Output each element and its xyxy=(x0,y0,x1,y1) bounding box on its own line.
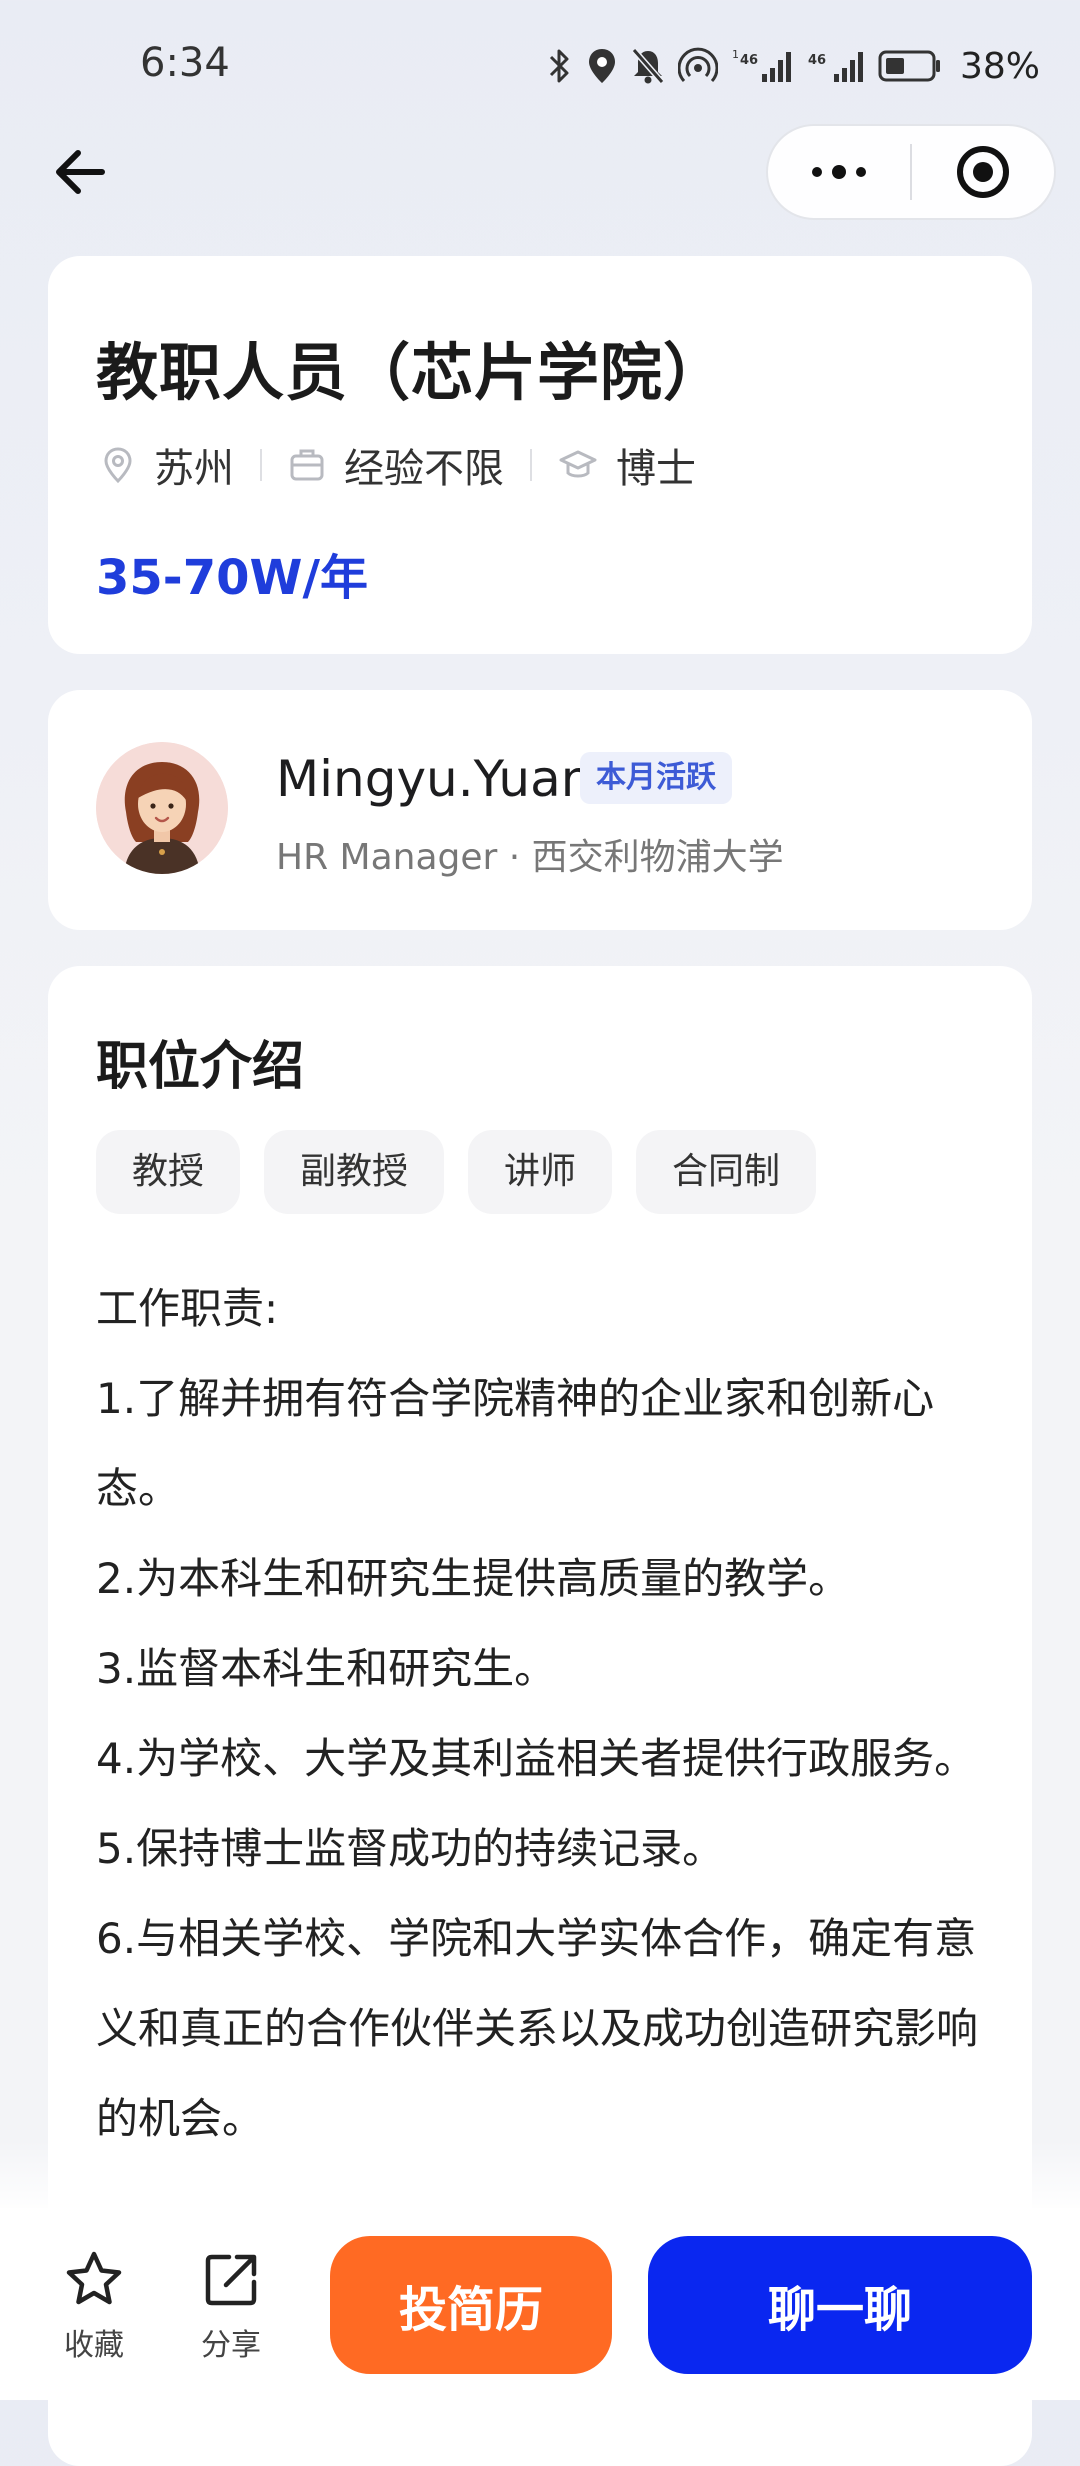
salary-range: 35-70W/年 xyxy=(96,550,368,606)
job-description-text: 工作职责: 1.了解并拥有符合学院精神的企业家和创新心态。 2.为本科生和研究生… xyxy=(96,1264,996,2164)
star-icon xyxy=(66,2251,122,2305)
job-tags: 教授 副教授 讲师 合同制 xyxy=(96,1130,817,1214)
sim1-label: 1 xyxy=(732,48,739,61)
tag-chip: 讲师 xyxy=(468,1130,613,1214)
net1-label: 46 xyxy=(740,53,758,68)
description-line: 3.监督本科生和研究生。 xyxy=(96,1644,557,1693)
recruiter-name: Mingyu.Yuan xyxy=(276,750,593,808)
signal-sim2-icon: 46 xyxy=(806,46,866,86)
target-close-icon xyxy=(957,146,1009,198)
meta-divider xyxy=(260,449,262,481)
job-meta: 苏州 经验不限 博士 xyxy=(100,436,696,494)
favorite-button[interactable]: 收藏 xyxy=(44,2248,144,2364)
briefcase-icon xyxy=(290,449,324,481)
battery-icon xyxy=(878,46,942,86)
tag-chip: 教授 xyxy=(96,1130,241,1214)
ellipsis-icon xyxy=(812,165,866,179)
job-summary-card: 教职人员（芯片学院） 苏州 经验不限 博士 35-70W/年 xyxy=(48,256,1032,654)
location-text: 苏州 xyxy=(154,446,234,492)
graduation-cap-icon xyxy=(559,450,597,478)
battery-percent: 38% xyxy=(959,45,1040,87)
avatar[interactable] xyxy=(96,742,228,874)
job-title: 教职人员（芯片学院） xyxy=(96,336,727,409)
mute-bell-icon xyxy=(630,46,666,86)
mini-program-capsule xyxy=(766,124,1056,220)
bottom-action-bar: 收藏 分享 投简历 聊一聊 xyxy=(0,2208,1080,2400)
description-line: 4.为学校、大学及其利益相关者提供行政服务。 xyxy=(96,1734,977,1783)
status-icons: 1 46 46 38% xyxy=(546,40,1040,92)
status-time: 6:34 xyxy=(140,40,230,86)
description-line: 1.了解并拥有符合学院精神的企业家和创新心态。 xyxy=(96,1374,935,1513)
experience-text: 经验不限 xyxy=(344,446,504,492)
arrow-left-icon xyxy=(56,150,105,194)
section-title: 职位介绍 xyxy=(96,1037,305,1097)
recruiter-avatar-illustration xyxy=(96,742,228,874)
description-line: 2.为本科生和研究生提供高质量的教学。 xyxy=(96,1554,851,1603)
chat-button[interactable]: 聊一聊 xyxy=(648,2236,1032,2374)
recruiter-card[interactable]: Mingyu.Yuan 本月活跃 HR Manager · 西交利物浦大学 xyxy=(48,690,1032,930)
description-line: 工作职责: xyxy=(96,1284,279,1333)
location-pin-icon xyxy=(104,447,132,484)
share-label: 分享 xyxy=(201,2328,261,2363)
meta-experience: 经验不限 xyxy=(288,436,504,494)
apply-resume-button[interactable]: 投简历 xyxy=(330,2236,612,2374)
status-bar: 6:34 1 46 46 38% xyxy=(0,0,1080,130)
recruiter-title-company: HR Manager · 西交利物浦大学 xyxy=(276,837,784,878)
hotspot-icon xyxy=(677,46,718,86)
description-line: 5.保持博士监督成功的持续记录。 xyxy=(96,1824,725,1873)
meta-divider xyxy=(530,449,532,481)
tag-chip: 合同制 xyxy=(636,1130,817,1214)
share-icon xyxy=(205,2254,257,2306)
net2-label: 46 xyxy=(808,53,826,68)
tag-chip: 副教授 xyxy=(264,1130,445,1214)
favorite-label: 收藏 xyxy=(64,2328,124,2363)
location-icon xyxy=(586,46,618,86)
back-button[interactable] xyxy=(44,136,116,208)
close-button[interactable] xyxy=(912,126,1054,218)
education-text: 博士 xyxy=(616,446,696,492)
description-line: 6.与相关学校、学院和大学实体合作，确定有意义和真正的合作伙伴关系以及成功创造研… xyxy=(96,1914,979,2143)
meta-education: 博士 xyxy=(558,436,696,494)
meta-location: 苏州 xyxy=(100,436,234,494)
share-button[interactable]: 分享 xyxy=(181,2248,281,2364)
more-button[interactable] xyxy=(768,126,910,218)
status-badge: 本月活跃 xyxy=(580,752,732,804)
signal-sim1-icon: 1 46 xyxy=(730,46,794,86)
bluetooth-icon xyxy=(546,46,574,86)
